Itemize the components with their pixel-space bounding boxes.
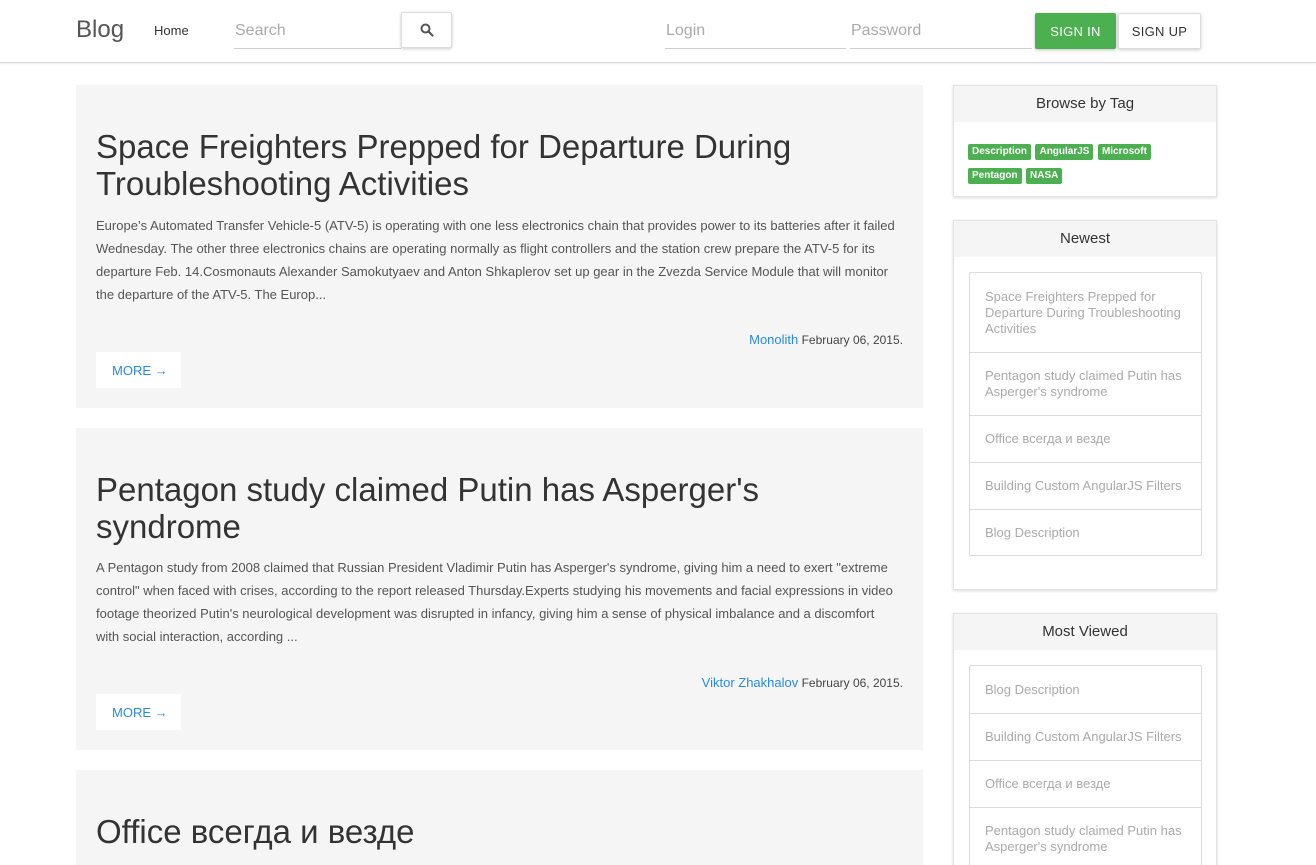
post-author-link[interactable]: Viktor Zhakhalov <box>702 675 799 690</box>
most-viewed-list: Blog Description Building Custom Angular… <box>969 665 1202 865</box>
post-title[interactable]: Office всегда и везде <box>96 813 863 850</box>
tag-nasa[interactable]: NASA <box>1026 168 1063 184</box>
tag-list: Description AngularJS Microsoft Pentagon… <box>954 122 1216 189</box>
panel-heading: Most Viewed <box>954 614 1216 650</box>
tag-angularjs[interactable]: AngularJS <box>1035 144 1094 160</box>
search-input[interactable] <box>234 13 401 49</box>
newest-panel: Newest Space Freighters Prepped for Depa… <box>953 220 1217 590</box>
post-meta: Monolith February 06, 2015. <box>749 332 903 347</box>
more-button[interactable]: MORE → <box>96 352 181 388</box>
newest-list: Space Freighters Prepped for Departure D… <box>969 272 1202 556</box>
post-title[interactable]: Pentagon study claimed Putin has Asperge… <box>96 471 863 545</box>
post-card: Space Freighters Prepped for Departure D… <box>76 85 923 408</box>
navbar: Blog Home SIGN IN SIGN UP <box>0 0 1316 63</box>
brand-logo[interactable]: Blog <box>76 16 124 44</box>
post-meta: Viktor Zhakhalov February 06, 2015. <box>702 675 903 690</box>
sign-in-button[interactable]: SIGN IN <box>1035 13 1116 49</box>
panel-heading: Browse by Tag <box>954 86 1216 122</box>
list-item[interactable]: Blog Description <box>970 666 1201 713</box>
panel-heading: Newest <box>954 221 1216 257</box>
sign-up-button[interactable]: SIGN UP <box>1118 13 1201 49</box>
list-item[interactable]: Building Custom AngularJS Filters <box>970 462 1201 509</box>
post-card: Office всегда и везде <box>76 770 923 865</box>
post-date: February 06, 2015. <box>801 676 903 690</box>
post-card: Pentagon study claimed Putin has Asperge… <box>76 428 923 750</box>
list-item[interactable]: Office всегда и везде <box>970 760 1201 807</box>
tag-microsoft[interactable]: Microsoft <box>1097 144 1151 160</box>
tag-description[interactable]: Description <box>968 144 1032 160</box>
list-item[interactable]: Office всегда и везде <box>970 415 1201 462</box>
browse-by-tag-panel: Browse by Tag Description AngularJS Micr… <box>953 85 1217 197</box>
post-title[interactable]: Space Freighters Prepped for Departure D… <box>96 128 863 202</box>
list-item[interactable]: Pentagon study claimed Putin has Asperge… <box>970 352 1201 415</box>
most-viewed-panel: Most Viewed Blog Description Building Cu… <box>953 613 1217 865</box>
more-button[interactable]: MORE → <box>96 694 181 730</box>
post-date: February 06, 2015. <box>801 333 903 347</box>
search-button[interactable] <box>401 12 452 48</box>
password-input[interactable] <box>850 13 1032 49</box>
nav-home-link[interactable]: Home <box>154 23 189 38</box>
list-item[interactable]: Blog Description <box>970 509 1201 555</box>
list-item[interactable]: Space Freighters Prepped for Departure D… <box>970 273 1201 352</box>
login-input[interactable] <box>665 13 846 49</box>
search-icon <box>420 23 434 37</box>
list-item[interactable]: Pentagon study claimed Putin has Asperge… <box>970 807 1201 865</box>
post-excerpt: Europe’s Automated Transfer Vehicle-5 (A… <box>96 218 895 302</box>
post-author-link[interactable]: Monolith <box>749 332 798 347</box>
post-excerpt: A Pentagon study from 2008 claimed that … <box>96 560 893 644</box>
tag-pentagon[interactable]: Pentagon <box>968 168 1022 184</box>
list-item[interactable]: Building Custom AngularJS Filters <box>970 713 1201 760</box>
